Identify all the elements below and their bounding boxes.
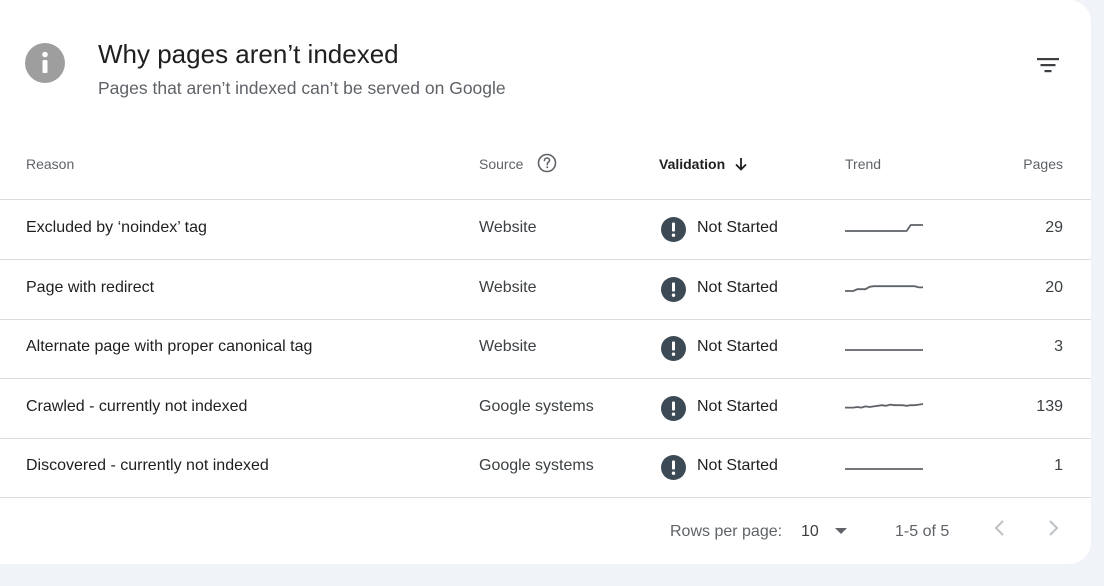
row-pages-count: 29: [1045, 219, 1063, 236]
rows-per-page-select[interactable]: 10: [796, 516, 856, 546]
row-source: Website: [479, 278, 537, 296]
chevron-right-icon[interactable]: [1041, 516, 1065, 540]
info-icon: [25, 43, 65, 83]
row-source: Google systems: [479, 397, 594, 415]
row-reason: Crawled - currently not indexed: [26, 397, 248, 415]
alert-icon: [661, 217, 686, 242]
help-icon[interactable]: [537, 153, 557, 173]
column-header-pages[interactable]: Pages: [1023, 156, 1063, 172]
row-pages-count: 3: [1054, 338, 1063, 356]
trend-sparkline: [845, 402, 924, 409]
row-pages-count: 139: [1036, 397, 1063, 415]
row-validation-status: Not Started: [697, 278, 778, 296]
alert-icon: [661, 336, 686, 362]
trend-sparkline: [845, 284, 923, 292]
alert-icon: [661, 455, 686, 481]
indexing-card: Why pages aren’t indexed Pages that aren…: [0, 0, 1091, 564]
table-row[interactable]: Discovered - currently not indexed Google…: [0, 438, 1091, 499]
row-pages-count: 20: [1045, 278, 1063, 296]
caret-down-icon: [835, 528, 847, 534]
table-row[interactable]: Alternate page with proper canonical tag…: [0, 319, 1091, 380]
table-footer: Rows per page: 10 1-5 of 5: [0, 498, 1091, 564]
table-row[interactable]: Excluded by ‘noindex’ tag Website Not Star…: [0, 200, 1091, 260]
column-header-reason[interactable]: Reason: [26, 156, 74, 172]
row-validation-status: Not Started: [697, 338, 778, 356]
alert-icon: [661, 395, 686, 421]
row-reason: Page with redirect: [26, 278, 155, 296]
table-row[interactable]: Crawled - currently not indexed Google sy…: [0, 379, 1091, 439]
row-source: Website: [479, 219, 537, 236]
page-title: Why pages aren’t indexed: [98, 39, 399, 69]
row-reason: Discovered - currently not indexed: [26, 457, 269, 475]
table-header: Reason Source Validation Trend Pages: [0, 130, 1091, 200]
pagination-range: 1-5 of 5: [895, 523, 950, 540]
trend-sparkline: [845, 349, 923, 352]
rows-per-page-label: Rows per page:: [670, 523, 783, 540]
column-header-trend: Trend: [845, 156, 882, 172]
row-validation-status: Not Started: [697, 397, 778, 415]
row-source: Website: [479, 338, 537, 356]
row-validation-status: Not Started: [697, 457, 778, 475]
filter-icon[interactable]: [1028, 45, 1068, 85]
row-source: Google systems: [479, 457, 594, 475]
card-header: Why pages aren’t indexed Pages that aren…: [0, 0, 1091, 130]
chevron-left-icon[interactable]: [988, 516, 1012, 540]
row-reason: Alternate page with proper canonical tag: [26, 338, 313, 356]
trend-sparkline: [845, 468, 923, 471]
rows-per-page-value: 10: [801, 523, 819, 540]
column-header-source[interactable]: Source: [479, 156, 523, 172]
table-row[interactable]: Page with redirect Website Not Started 20: [0, 260, 1091, 320]
row-validation-status: Not Started: [697, 219, 778, 236]
page-subtitle: Pages that aren’t indexed can’t be serve…: [98, 78, 506, 98]
alert-icon: [661, 276, 686, 302]
column-header-validation[interactable]: Validation: [659, 156, 725, 172]
row-reason: Excluded by ‘noindex’ tag: [26, 219, 207, 236]
arrow-down-icon[interactable]: [733, 156, 749, 172]
trend-sparkline: [845, 224, 923, 232]
row-pages-count: 1: [1054, 457, 1063, 475]
